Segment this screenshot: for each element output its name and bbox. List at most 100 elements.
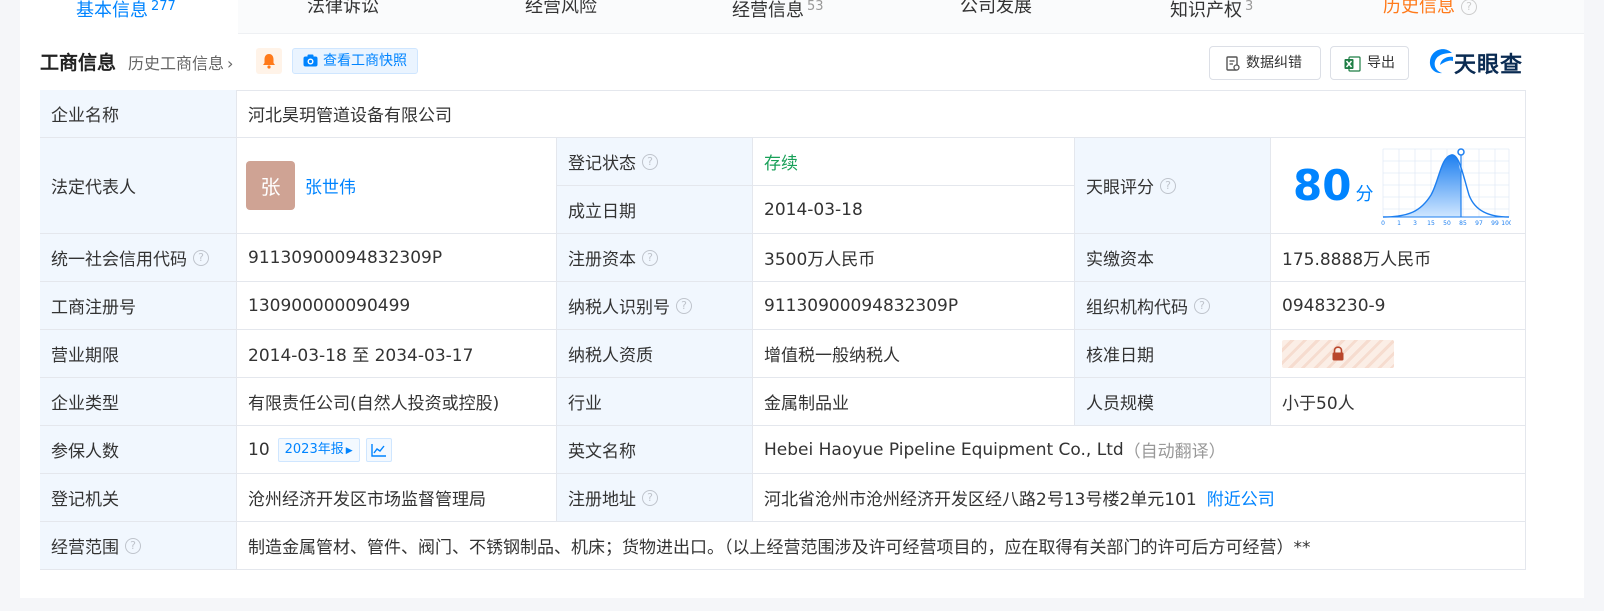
history-info-link[interactable]: 历史工商信息 › [128,50,233,74]
reg-address-cell: 河北省沧州市沧州经济开发区经八路2号13号楼2单元101 附近公司 [753,474,1526,522]
tab-count: 53 [807,0,824,14]
label-text: 经营范围 [51,538,119,558]
auto-translate-note: （自动翻译） [1123,442,1226,462]
score-cell[interactable]: 80 分 0 1 3 15 50 85 97 99 100 [1271,138,1526,234]
insured-label: 参保人数 [40,426,237,474]
help-icon: ? [1461,0,1477,15]
help-icon[interactable]: ? [642,489,658,506]
label-text: 登记状态 [568,154,636,174]
annual-report-tag[interactable]: 2023年报 ▶ [277,437,360,462]
help-icon[interactable]: ? [676,297,692,314]
help-icon[interactable]: ? [642,153,658,170]
legal-rep-name-link[interactable]: 张世伟 [305,173,356,198]
reg-address-value: 河北省沧州市沧州经济开发区经八路2号13号楼2单元101 [764,490,1197,510]
industry-value: 金属制品业 [753,378,1075,426]
label-text: 天眼评分 [1086,178,1154,198]
score-axis-tick: 99 [1491,220,1499,227]
label-text: 组织机构代码 [1086,298,1188,318]
english-name-cell: Hebei Haoyue Pipeline Equipment Co., Ltd… [753,426,1526,474]
export-button[interactable]: 导出 [1330,46,1409,80]
help-icon[interactable]: ? [125,537,141,554]
tab-basic-info[interactable]: 基本信息 277 [76,0,176,24]
taxpayer-id-label: 纳税人识别号? [557,282,753,330]
tab-label: 基本信息 [76,0,148,21]
scope-value: 制造金属管材、管件、阀门、不锈钢制品、机床；货物进出口。（以上经营范围涉及许可经… [237,522,1526,570]
line-chart-icon [370,443,386,457]
insured-count: 10 [248,439,270,460]
tab-label: 知识产权 [1170,0,1242,21]
bell-button[interactable] [256,48,282,74]
score-axis-tick: 97 [1475,220,1483,227]
edit-doc-icon [1226,56,1240,71]
label-text: 统一社会信用代码 [51,250,187,270]
data-correction-button[interactable]: 数据纠错 [1209,46,1321,80]
score-value: 80 [1293,161,1352,210]
industry-label: 行业 [557,378,753,426]
approve-date-cell [1271,330,1526,378]
company-name-value: 河北昊玥管道设备有限公司 [237,90,1526,138]
taxpayer-qual-label: 纳税人资质 [557,330,753,378]
found-date-label: 成立日期 [557,186,753,234]
tab-label: 历史信息 [1383,0,1455,17]
tab-history[interactable]: 历史信息? [1383,0,1477,24]
help-icon[interactable]: ? [642,249,658,266]
credit-code-label: 统一社会信用代码? [40,234,237,282]
reg-status-value: 存续 [753,138,1075,186]
tab-label: 经营风险 [525,0,597,17]
tab-label: 公司发展 [960,0,1032,17]
biz-reg-no-label: 工商注册号 [40,282,237,330]
english-name-value: Hebei Haoyue Pipeline Equipment Co., Ltd [764,439,1124,460]
history-link-label: 历史工商信息 [128,54,225,73]
company-type-value: 有限责任公司(自然人投资或控股) [237,378,557,426]
taxpayer-id-value: 91130900094832309P [753,282,1075,330]
score-axis-tick: 50 [1443,220,1451,227]
reg-authority-label: 登记机关 [40,474,237,522]
lock-icon [1332,346,1344,361]
paid-capital-label: 实缴资本 [1075,234,1271,282]
score-axis-tick: 1 [1397,220,1401,227]
label-text: 纳税人识别号 [568,298,670,318]
chevron-right-icon: › [227,54,234,73]
score-axis-tick: 85 [1459,220,1467,227]
tab-operation[interactable]: 经营信息 53 [732,0,824,24]
caret-right-icon: ▶ [345,445,353,456]
trend-chart-button[interactable] [365,437,392,462]
help-icon[interactable]: ? [1194,297,1210,314]
excel-icon [1344,56,1361,72]
legal-rep-label: 法定代表人 [40,138,237,234]
nearby-company-link[interactable]: 附近公司 [1207,485,1275,510]
score-axis-tick: 3 [1413,220,1417,227]
label-text: 注册地址 [568,490,636,510]
insured-cell: 10 2023年报 ▶ [237,426,557,474]
tab-development[interactable]: 公司发展 [960,0,1032,24]
found-date-value: 2014-03-18 [753,186,1075,234]
correction-button-label: 数据纠错 [1246,55,1302,71]
biz-term-label: 营业期限 [40,330,237,378]
credit-code-value: 91130900094832309P [237,234,557,282]
tab-risk[interactable]: 经营风险 [525,0,597,24]
reg-authority-value: 沧州经济开发区市场监督管理局 [237,474,557,522]
tab-ip[interactable]: 知识产权 3 [1170,0,1253,24]
org-code-label: 组织机构代码? [1075,282,1271,330]
reg-capital-label: 注册资本? [557,234,753,282]
biz-term-value: 2014-03-18 至 2034-03-17 [237,330,557,378]
locked-value[interactable] [1282,339,1394,368]
legal-rep-avatar[interactable]: 张 [246,161,295,210]
reg-status-label: 登记状态? [557,138,753,186]
tab-legal[interactable]: 法律诉讼 [307,0,379,24]
tab-count: 277 [151,0,176,14]
org-code-value: 09483230-9 [1271,282,1526,330]
camera-icon [303,54,318,67]
help-icon[interactable]: ? [193,249,209,266]
section-title: 工商信息 [40,52,117,74]
staff-size-label: 人员规模 [1075,378,1271,426]
export-button-label: 导出 [1367,55,1395,71]
snapshot-button-label: 查看工商快照 [323,53,407,69]
tab-label: 经营信息 [732,0,804,21]
eye-logo-icon [1429,49,1453,74]
tab-count: 3 [1245,0,1254,14]
score-axis-tick: 0 [1381,220,1385,227]
score-distribution-chart: 0 1 3 15 50 85 97 99 100 [1381,148,1511,227]
help-icon[interactable]: ? [1160,177,1176,194]
snapshot-button[interactable]: 查看工商快照 [292,48,418,74]
